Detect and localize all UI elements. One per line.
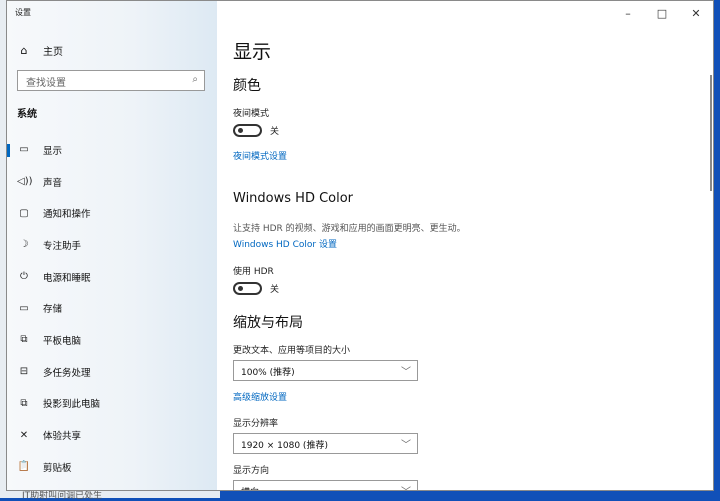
chevron-down-icon: ﹀ [401,367,411,378]
nav-icon: ⏻ [20,271,28,283]
advanced-scaling-link[interactable]: 高级缩放设置 [233,390,287,403]
nav-icon: ☽ [19,239,29,251]
toggle-state: 关 [270,285,280,295]
sidebar-home[interactable]: ⌂ 主页 [17,43,64,58]
sidebar-item[interactable]: ◁)) 声音 [7,166,217,198]
hdr-toggle[interactable]: 关 [233,282,279,295]
nav-icon: 📋 [17,461,31,473]
nav-icon: ⧉ [20,334,28,346]
sidebar-item[interactable]: ▭ 存储 [7,292,217,324]
search-placeholder: 查找设置 [26,78,66,89]
nav-icon: ▭ [19,144,29,156]
sidebar-item[interactable]: 📋 剪贴板 [7,451,217,483]
nav-icon: ◁)) [17,176,33,188]
hd-color-settings-link[interactable]: Windows HD Color 设置 [233,237,337,250]
chevron-down-icon: ﹀ [401,440,411,451]
main-content: – □ ✕ 显示 颜色 夜间模式 关 夜间模式设置 Windows HD Col… [233,1,713,490]
scale-label: 更改文本、应用等项目的大小 [233,346,351,356]
settings-window: 设置 ⌂ 主页 查找设置 ⌕ 系统 ▭ 显示 ◁)) 声音 ▢ 通知和操作 ☽ 专注助手 ⏻ 电源和睡… [6,0,714,491]
sidebar: 设置 ⌂ 主页 查找设置 ⌕ 系统 ▭ 显示 ◁)) 声音 ▢ 通知和操作 ☽ 专注助手 ⏻ 电源和睡… [7,1,217,490]
scale-value: 100% (推荐) [241,368,295,378]
night-mode-toggle[interactable]: 关 [233,124,279,137]
maximize-button[interactable]: □ [645,1,679,25]
sidebar-item-label: 通知和操作 [43,209,91,221]
home-label: 主页 [43,47,63,58]
sidebar-item-label: 显示 [43,145,63,157]
section-title: 系统 [17,109,37,120]
window-title: 设置 [15,8,31,17]
search-icon: ⌕ [192,74,198,85]
hdr-label: 使用 HDR [233,267,274,277]
night-mode-settings-link[interactable]: 夜间模式设置 [233,149,287,162]
orientation-label: 显示方向 [233,466,270,476]
resolution-label: 显示分辨率 [233,419,279,429]
sidebar-item[interactable]: ⊟ 多任务处理 [7,356,217,388]
nav-icon: ▭ [19,302,29,314]
sidebar-item[interactable]: ✕ 体验共享 [7,419,217,451]
hd-color-heading: Windows HD Color [233,191,354,206]
sidebar-item-label: 平板电脑 [43,335,82,347]
nav-icon: ✕ [19,429,29,441]
minimize-button[interactable]: – [611,1,645,25]
home-icon: ⌂ [20,44,28,57]
sidebar-nav: ▭ 显示 ◁)) 声音 ▢ 通知和操作 ☽ 专注助手 ⏻ 电源和睡眠 ▭ 存储 ⧉ 平板电脑 ⊟ 多任务处理 ⧉… [7,134,217,483]
sidebar-item-label: 投影到此电脑 [43,399,101,411]
chevron-down-icon: ﹀ [401,483,411,490]
toggle-switch [233,124,262,137]
sidebar-item[interactable]: ⧉ 平板电脑 [7,324,217,356]
hd-color-desc: 让支持 HDR 的视频、游戏和应用的画面更明亮、更生动。 [233,224,466,234]
sidebar-item[interactable]: ⏻ 电源和睡眠 [7,261,217,293]
sidebar-item[interactable]: ▭ 显示 [7,134,217,166]
color-heading: 颜色 [233,78,261,94]
resolution-dropdown[interactable]: 1920 × 1080 (推荐) ﹀ [233,433,418,454]
toggle-switch [233,282,262,295]
sidebar-item-label: 多任务处理 [43,367,91,379]
sidebar-item[interactable]: ☽ 专注助手 [7,229,217,261]
scale-heading: 缩放与布局 [233,315,303,331]
resolution-value: 1920 × 1080 (推荐) [241,441,328,451]
sidebar-item[interactable]: ▢ 通知和操作 [7,197,217,229]
close-button[interactable]: ✕ [679,1,713,25]
scrollbar[interactable] [710,75,712,191]
orientation-dropdown[interactable]: 横向 ﹀ [233,480,418,490]
sidebar-item[interactable]: ⧉ 投影到此电脑 [7,388,217,420]
sidebar-item-label: 声音 [43,177,63,189]
orientation-value: 横向 [241,488,259,490]
scale-dropdown[interactable]: 100% (推荐) ﹀ [233,360,418,381]
night-mode-label: 夜间模式 [233,109,270,119]
search-input[interactable]: 查找设置 ⌕ [17,70,205,91]
sidebar-item-label: 电源和睡眠 [43,272,91,284]
toggle-state: 关 [270,127,280,137]
nav-icon: ▢ [19,207,29,219]
sidebar-item-label: 存储 [43,304,63,316]
sidebar-item-label: 体验共享 [43,431,82,443]
sidebar-item-label: 专注助手 [43,240,82,252]
nav-icon: ⊟ [19,366,29,378]
nav-icon: ⧉ [20,397,28,409]
sidebar-item-label: 剪贴板 [43,462,72,474]
page-title: 显示 [233,41,272,63]
